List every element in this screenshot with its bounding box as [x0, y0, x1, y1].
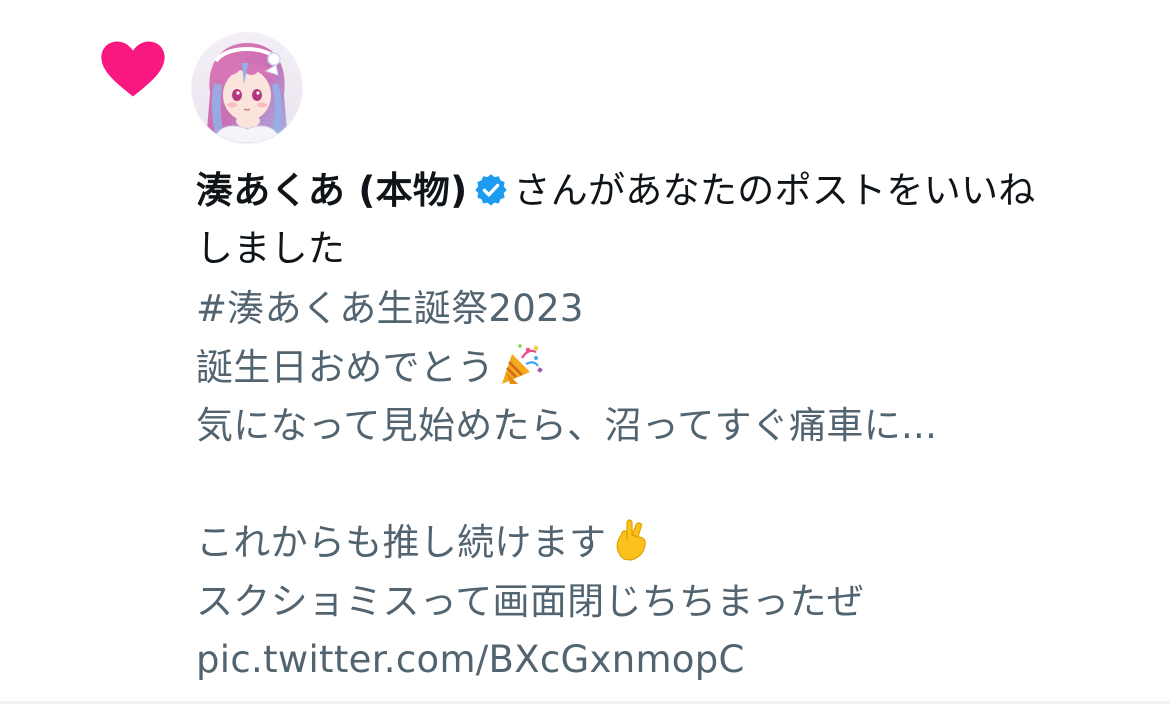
post-line-hashtag[interactable]: #湊あくあ生誕祭2023 [196, 280, 1146, 339]
avatar-illustration [192, 33, 302, 143]
notification-headline: 湊あくあ (本物) さんがあなたのポストをいいね しました [196, 162, 1146, 278]
post-line: これからも推し続けます [196, 514, 1146, 573]
post-line: スクショミスって画面閉じちちまったぜ [196, 579, 865, 623]
user-display-name[interactable]: 湊あくあ (本物) [196, 169, 467, 212]
crossed-fingers-icon [616, 519, 647, 561]
post-line-blank [196, 456, 1146, 515]
party-popper-icon [502, 343, 544, 384]
post-line-media-link[interactable]: pic.twitter.com/BXcGxnmopC [196, 631, 1146, 690]
avatar[interactable] [192, 33, 302, 143]
heart-icon [101, 41, 165, 97]
action-text-continued: しました [196, 227, 346, 270]
like-notification[interactable]: 湊あくあ (本物) さんがあなたのポストをいいね しました #湊あくあ生誕祭20… [0, 0, 1170, 704]
notification-content: 湊あくあ (本物) さんがあなたのポストをいいね しました #湊あくあ生誕祭20… [196, 162, 1146, 690]
liked-post-text[interactable]: #湊あくあ生誕祭2023 誕生日おめでとう 気になって見始めたら、沼ってすぐ痛車… [196, 280, 1146, 690]
verified-badge-icon [475, 174, 508, 206]
post-line: 誕生日おめでとう [196, 339, 1146, 398]
divider [0, 701, 1170, 704]
post-line: 気になって見始めたら、沼ってすぐ痛車に... [196, 404, 938, 447]
action-text: さんがあなたのポストをいいね [513, 169, 1036, 212]
